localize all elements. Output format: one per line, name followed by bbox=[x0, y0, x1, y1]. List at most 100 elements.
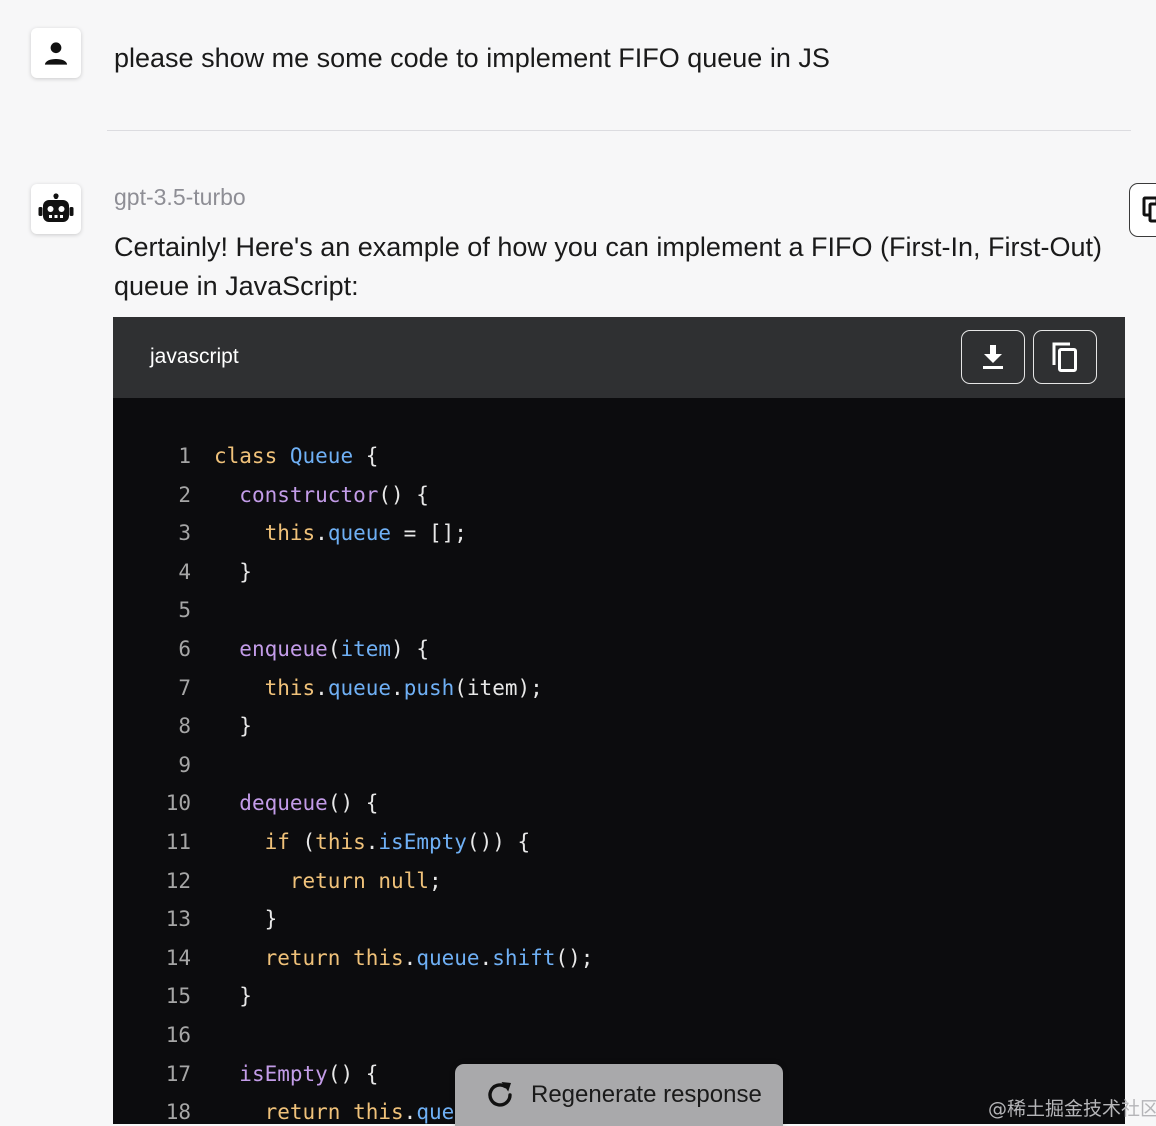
code-token: item bbox=[340, 636, 392, 661]
line-number: 11 bbox=[165, 829, 191, 854]
user-message: please show me some code to implement FI… bbox=[114, 43, 830, 73]
code-token: que bbox=[416, 1100, 455, 1124]
line-number: 7 bbox=[178, 675, 191, 700]
line-number: 5 bbox=[178, 598, 191, 623]
code-token: () { bbox=[378, 482, 429, 507]
code-text: constructor() { bbox=[214, 476, 429, 515]
line-number: 4 bbox=[178, 559, 191, 584]
code-token: . bbox=[315, 675, 328, 700]
refresh-icon bbox=[488, 1082, 512, 1107]
code-token: (); bbox=[555, 945, 594, 970]
code-token: () { bbox=[327, 791, 379, 816]
download-button[interactable] bbox=[961, 330, 1025, 384]
code-line: 14 return this.queue.shift(); bbox=[113, 939, 1125, 978]
code-token: { bbox=[353, 444, 379, 468]
code-block: javascript 1 class Queue {2 constructor()… bbox=[113, 317, 1125, 1124]
code-token: ; bbox=[428, 868, 442, 893]
code-line: 8 } bbox=[113, 707, 1125, 746]
user-avatar bbox=[31, 28, 81, 78]
line-number: 16 bbox=[165, 1022, 191, 1047]
code-text: class Queue { bbox=[214, 437, 378, 476]
copy-icon bbox=[1052, 342, 1077, 372]
code-text: return null; bbox=[214, 862, 442, 901]
line-number: 8 bbox=[178, 714, 191, 739]
code-line: 12 return null; bbox=[113, 862, 1125, 901]
code-token: this bbox=[264, 675, 316, 700]
code-token: . bbox=[479, 945, 493, 970]
code-token: (item); bbox=[454, 675, 543, 700]
code-token: = []; bbox=[391, 521, 467, 546]
code-line: 9 bbox=[113, 746, 1125, 785]
code-token: ( bbox=[289, 829, 316, 854]
line-number: 10 bbox=[165, 791, 191, 816]
code-line: 13 } bbox=[113, 900, 1125, 939]
code-token: enqueue bbox=[239, 636, 328, 661]
code-token: } bbox=[214, 559, 252, 584]
code-line: 15 } bbox=[113, 977, 1125, 1016]
line-number: 14 bbox=[165, 945, 191, 970]
line-number: 18 bbox=[165, 1100, 191, 1124]
model-name: gpt-3.5-turbo bbox=[114, 184, 246, 210]
code-text: return this.que bbox=[214, 1093, 455, 1124]
code-line: 3 this.queue = []; bbox=[113, 514, 1125, 553]
line-number: 1 bbox=[178, 444, 191, 468]
bot-avatar bbox=[31, 184, 81, 234]
code-text: this.queue = []; bbox=[214, 514, 467, 553]
code-token: return bbox=[264, 945, 341, 970]
code-text: } bbox=[214, 977, 252, 1016]
code-token: . bbox=[365, 829, 379, 854]
code-token: push bbox=[403, 675, 455, 700]
code-line: 11 if (this.isEmpty()) { bbox=[113, 823, 1125, 862]
copy-icon bbox=[1142, 196, 1156, 223]
message-copy-button[interactable] bbox=[1129, 183, 1156, 237]
code-token: isEmpty bbox=[378, 829, 467, 854]
message-divider bbox=[107, 130, 1131, 131]
code-line: 6 enqueue(item) { bbox=[113, 630, 1125, 669]
line-number: 15 bbox=[165, 984, 191, 1009]
code-token: return bbox=[289, 868, 366, 893]
code-token: queue bbox=[327, 521, 392, 546]
code-token: ()) { bbox=[466, 829, 531, 854]
code-text: dequeue() { bbox=[214, 784, 378, 823]
code-token: shift bbox=[492, 945, 556, 970]
code-text: } bbox=[214, 900, 278, 939]
code-token: . bbox=[403, 1100, 417, 1124]
code-token: this bbox=[353, 1100, 404, 1124]
code-token: this bbox=[264, 521, 316, 546]
code-token: . bbox=[403, 945, 417, 970]
code-token: Queue bbox=[289, 444, 354, 468]
code-line: 7 this.queue.push(item); bbox=[113, 669, 1125, 708]
code-token: return bbox=[264, 1100, 341, 1124]
code-token: ( bbox=[327, 636, 341, 661]
code-language-label: javascript bbox=[150, 345, 239, 368]
code-token: null bbox=[378, 868, 429, 893]
code-text: return this.queue.shift(); bbox=[214, 939, 594, 978]
code-text: isEmpty() { bbox=[214, 1055, 378, 1094]
watermark: @稀土掘金技术社区 bbox=[988, 1098, 1156, 1120]
code-token: isEmpty bbox=[239, 1061, 328, 1086]
code-lines: 1 class Queue {2 constructor() {3 this.qu… bbox=[113, 437, 1125, 1124]
download-icon bbox=[983, 345, 1003, 369]
code-text: enqueue(item) { bbox=[214, 630, 429, 669]
code-token: ) { bbox=[391, 636, 429, 661]
code-line: 2 constructor() { bbox=[113, 476, 1125, 515]
regenerate-response-button[interactable]: Regenerate response bbox=[455, 1064, 783, 1126]
code-token: () { bbox=[327, 1061, 379, 1086]
line-number: 6 bbox=[178, 636, 191, 661]
code-token: queue bbox=[416, 945, 480, 970]
code-token: queue bbox=[327, 675, 392, 700]
line-number: 9 bbox=[178, 752, 191, 777]
regenerate-label: Regenerate response bbox=[531, 1081, 762, 1108]
code-token: } bbox=[214, 907, 278, 932]
copy-code-button[interactable] bbox=[1033, 330, 1097, 384]
